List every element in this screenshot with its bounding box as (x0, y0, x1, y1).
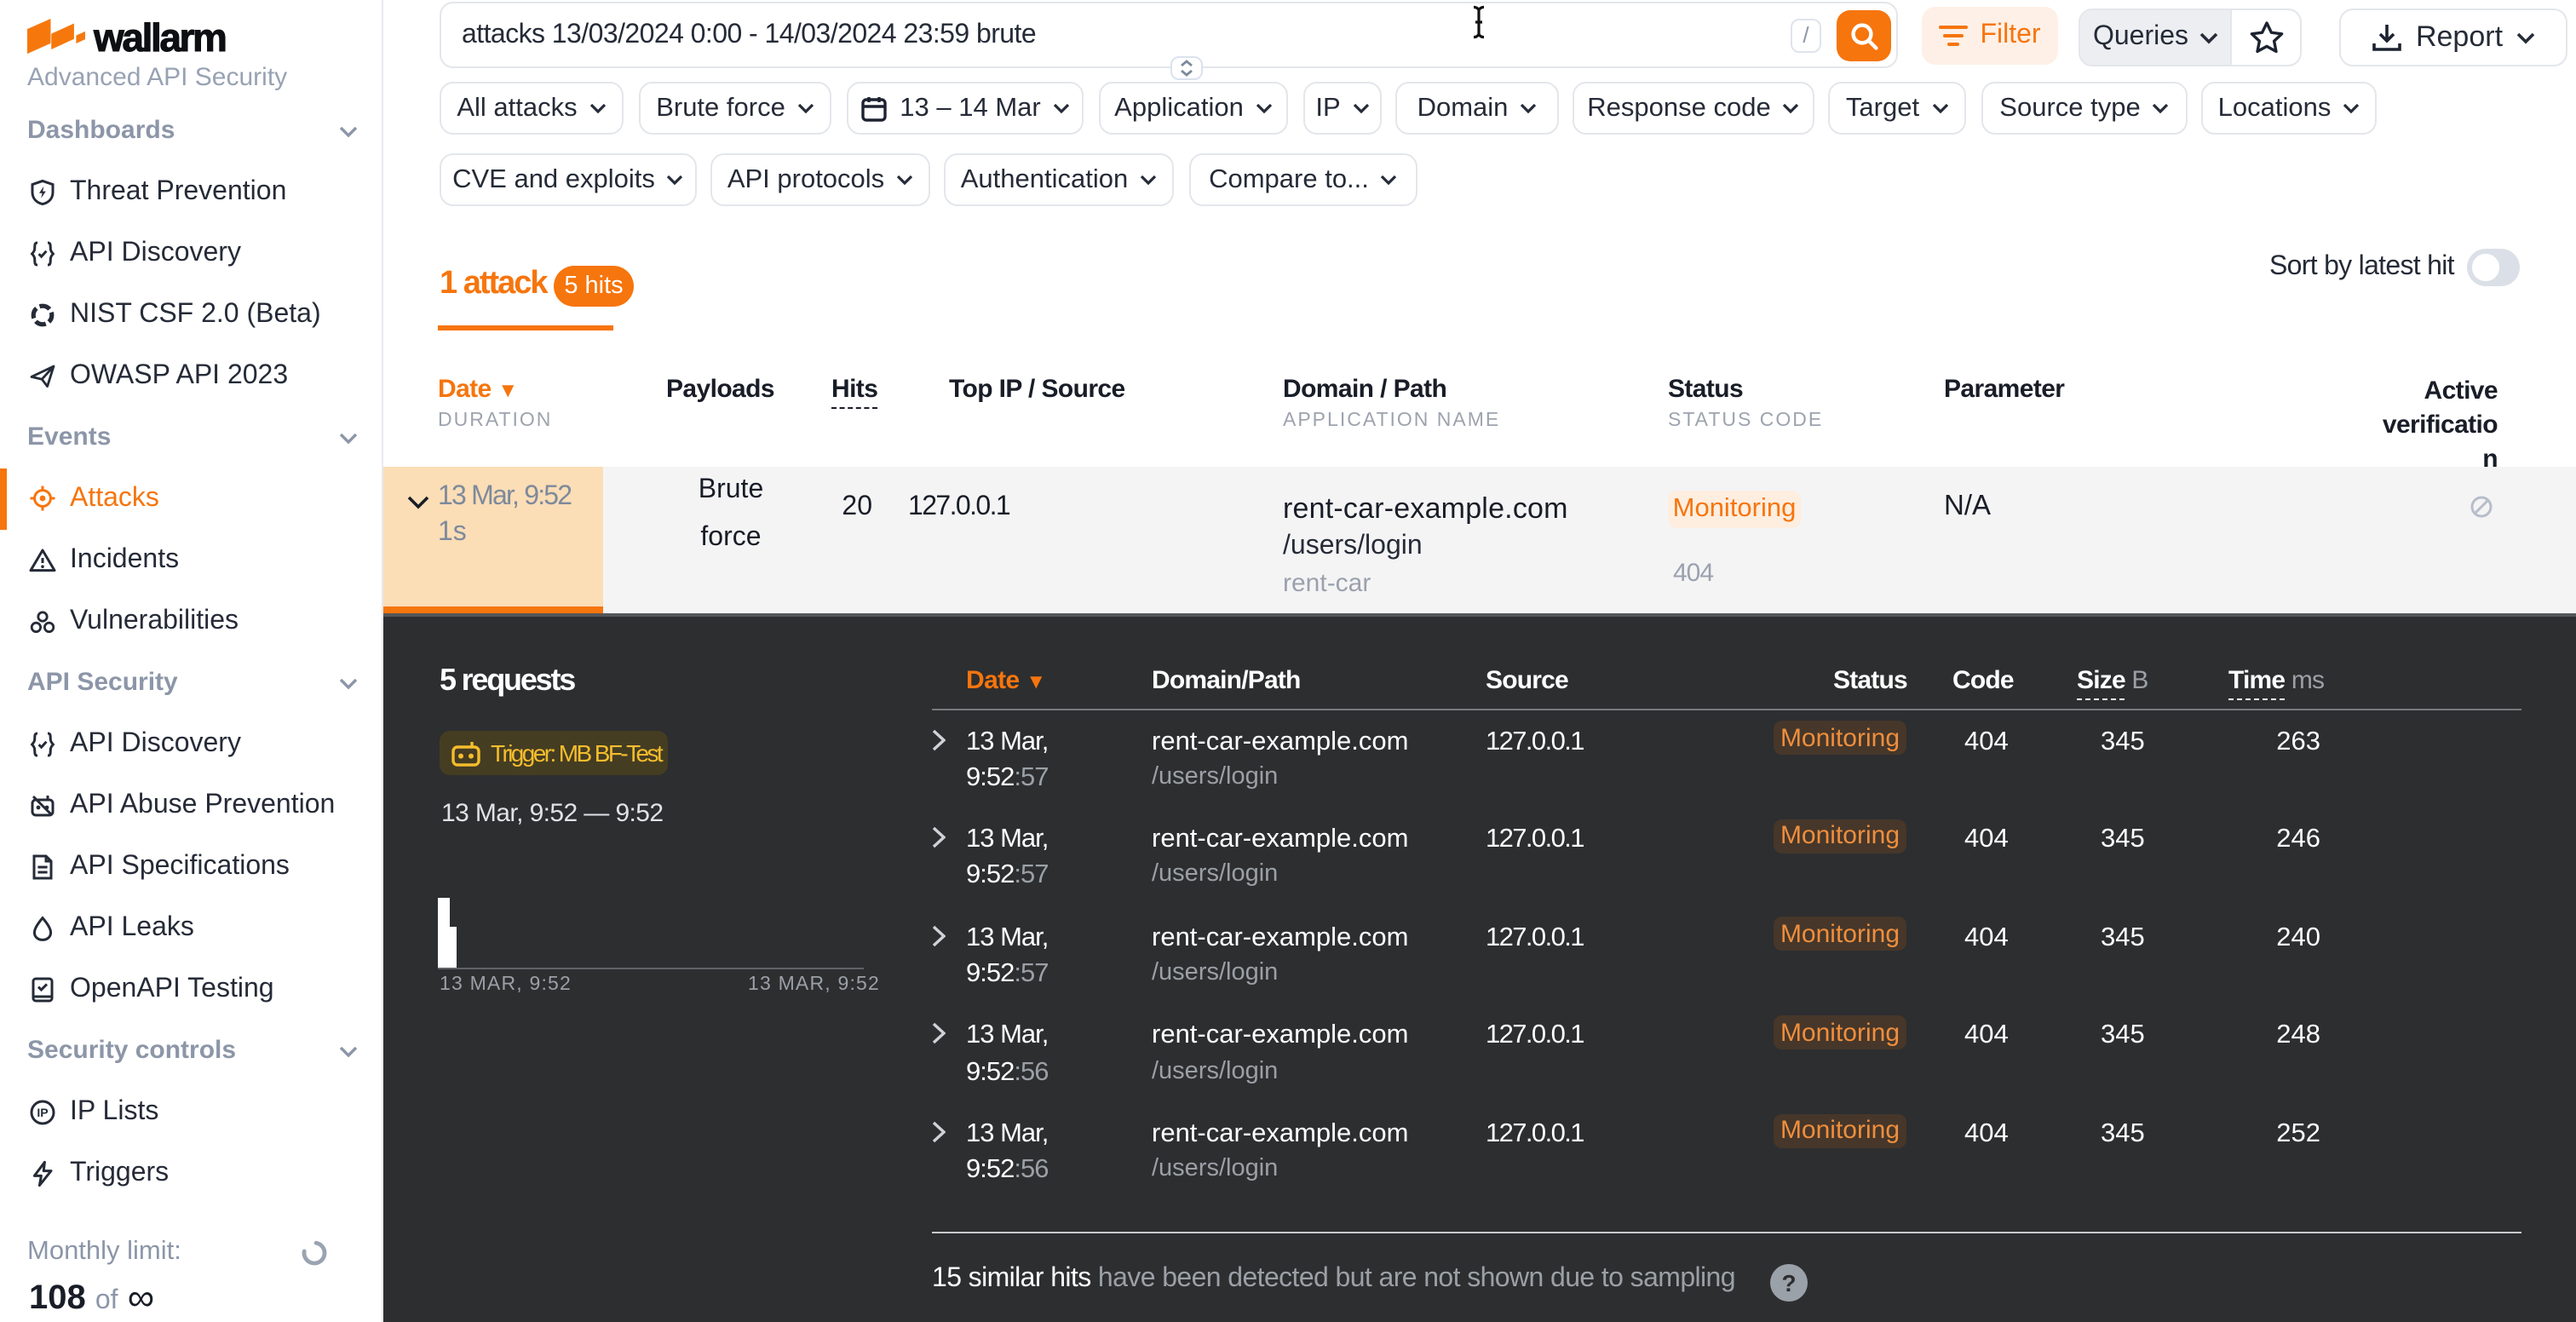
svg-text:IP: IP (37, 1105, 48, 1118)
